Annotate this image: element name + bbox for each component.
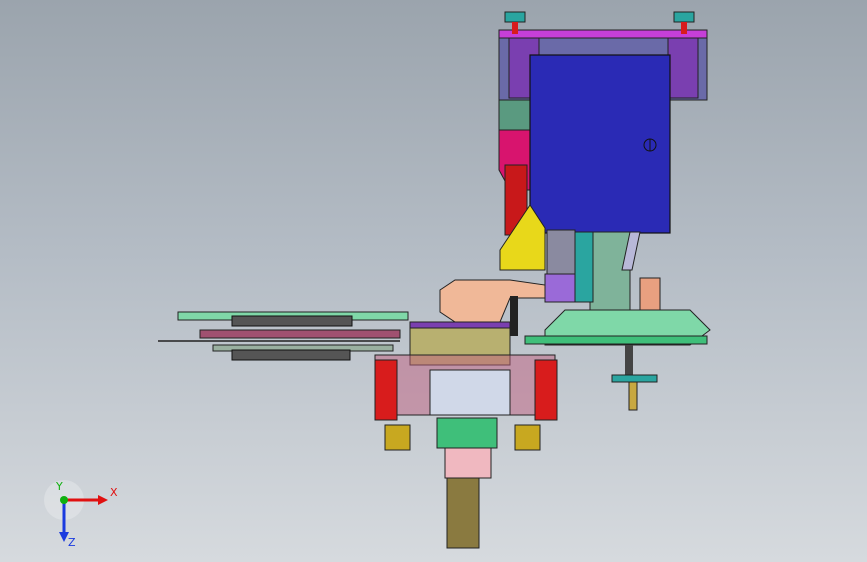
- arm-shaft: [510, 296, 518, 336]
- gripper-right: [534, 359, 558, 421]
- z-axis-label: Z: [68, 536, 76, 549]
- x-axis-arrow: [98, 495, 108, 505]
- gripper-foot-right: [514, 424, 541, 451]
- top-frame-rail: [498, 29, 708, 39]
- gripper-left: [374, 359, 398, 421]
- foot-left: [504, 11, 526, 23]
- column-bracket: [498, 99, 532, 131]
- arm-block: [544, 273, 576, 303]
- blue-enclosure: [529, 54, 671, 234]
- vertical-guide: [589, 231, 631, 313]
- lower-pink-collar: [444, 447, 492, 479]
- x-axis-label: X: [110, 486, 118, 499]
- bottom-motor: [446, 477, 480, 549]
- drum-rim: [409, 321, 511, 329]
- disc-middle: [199, 329, 401, 339]
- guide-rail: [574, 231, 594, 303]
- y-axis-dot: [60, 496, 68, 504]
- frame-post-right: [667, 37, 699, 99]
- peach-arm: [439, 279, 546, 323]
- spindle-disc: [611, 374, 658, 383]
- graphics-viewport[interactable]: X Y Z: [0, 0, 867, 562]
- bolt-right: [681, 22, 687, 34]
- disc-spring-bottom: [231, 349, 351, 361]
- spindle: [625, 345, 633, 375]
- small-block: [639, 277, 661, 311]
- foot-right: [673, 11, 695, 23]
- gripper-foot-left: [384, 424, 411, 451]
- disc-spring-top: [231, 315, 353, 327]
- spindle-tip: [628, 381, 638, 411]
- green-base-plate: [524, 335, 708, 345]
- lower-green-collar: [436, 417, 498, 449]
- cad-model[interactable]: [0, 0, 867, 562]
- bolt-left: [512, 22, 518, 34]
- y-axis-label: Y: [55, 480, 63, 493]
- gripper-hub: [429, 369, 511, 416]
- axis-triad: X Y Z: [44, 480, 118, 549]
